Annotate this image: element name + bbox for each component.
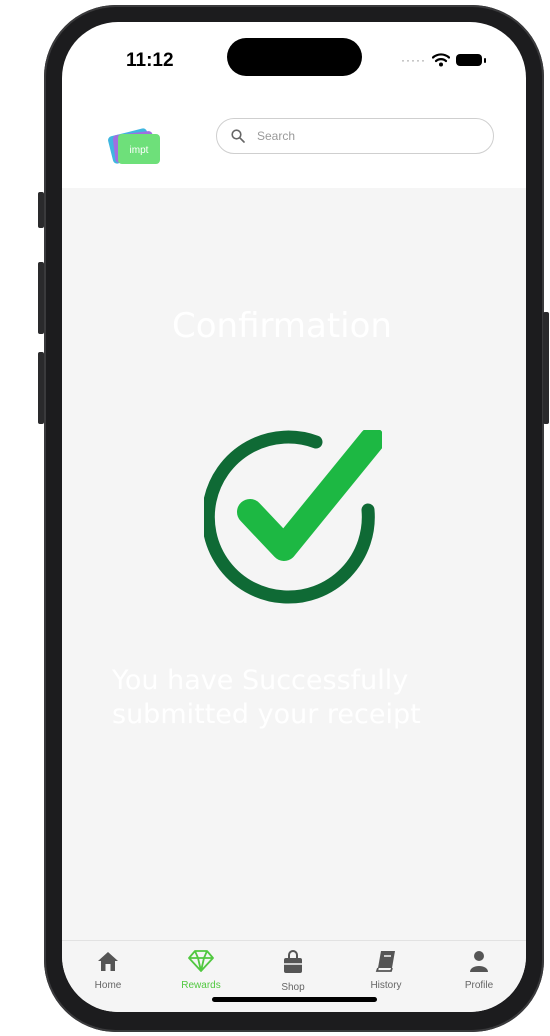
tab-shop[interactable]: Shop xyxy=(263,949,323,993)
tab-rewards[interactable]: Rewards xyxy=(171,949,231,991)
tab-profile[interactable]: Profile xyxy=(449,949,509,991)
battery-icon xyxy=(456,54,486,66)
tab-home[interactable]: Home xyxy=(78,949,138,991)
search-icon xyxy=(231,129,245,143)
side-button-volume-down xyxy=(38,352,44,424)
side-button-silent xyxy=(38,192,44,228)
page-title: Confirmation xyxy=(172,306,392,346)
diamond-icon xyxy=(188,950,214,972)
side-button-volume-up xyxy=(38,262,44,334)
tab-history[interactable]: History xyxy=(356,949,416,991)
search-placeholder: Search xyxy=(257,129,296,143)
search-input[interactable]: Search xyxy=(216,118,494,154)
screen: 11:12 ····· impt Search Confirmation You… xyxy=(62,22,526,1012)
tab-home-label: Home xyxy=(94,980,122,991)
home-icon xyxy=(98,952,118,971)
shopping-bag-icon xyxy=(284,950,302,973)
status-time: 11:12 xyxy=(126,50,174,71)
status-icons: ····· xyxy=(401,53,486,67)
person-icon xyxy=(470,951,488,972)
tab-history-label: History xyxy=(370,980,402,991)
tab-rewards-label: Rewards xyxy=(181,980,221,991)
success-check-icon xyxy=(204,430,382,604)
tab-profile-label: Profile xyxy=(464,980,494,991)
app-header: impt Search xyxy=(62,92,526,188)
dynamic-island xyxy=(227,38,362,76)
logo-text: impt xyxy=(130,145,149,156)
success-message: You have Successfully submitted your rec… xyxy=(112,665,421,730)
impt-logo[interactable]: impt xyxy=(108,124,166,168)
wifi-icon xyxy=(432,53,450,67)
signal-icon: ····· xyxy=(401,53,426,67)
book-icon xyxy=(375,951,395,972)
tab-shop-label: Shop xyxy=(281,982,305,993)
home-indicator xyxy=(212,997,377,1002)
side-button-power xyxy=(543,312,549,424)
main-content: Confirmation You have Successfully submi… xyxy=(62,188,526,940)
